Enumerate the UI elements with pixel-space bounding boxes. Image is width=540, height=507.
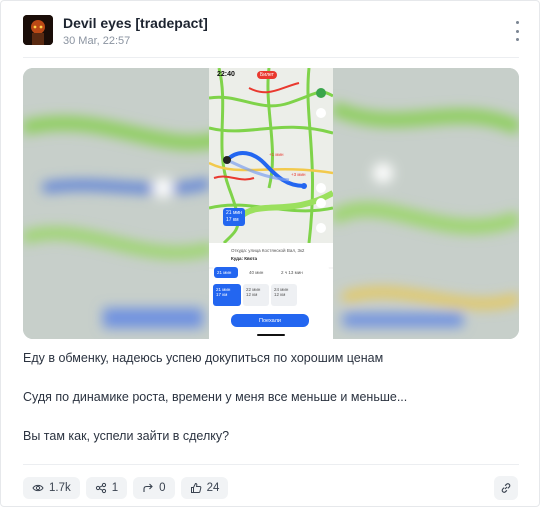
like-button[interactable]: 24 <box>180 477 229 499</box>
post-paragraph: Еду в обменку, надеюсь успею докупиться … <box>23 351 384 365</box>
repost-icon <box>143 483 153 492</box>
route-option: 22 мин 12 км <box>246 287 261 297</box>
post-actions: 1.7k 1 0 24 <box>23 477 229 499</box>
route-option: 24 мин 12 км <box>274 287 289 297</box>
post-image[interactable]: 22:40 Билет +1 мин +3 мин 21 мин 17 км О… <box>23 68 519 339</box>
from-address: Откуда: улица Костянской Вал, 3к2 <box>231 248 305 253</box>
route-option: 21 мин 17 км <box>216 287 231 297</box>
avatar[interactable] <box>23 15 53 45</box>
author-name[interactable]: Devil eyes [tradepact] <box>63 15 208 31</box>
post-card: Devil eyes [tradepact] 30 Mar, 22:57 22:… <box>0 0 540 507</box>
post-date: 30 Mar, 22:57 <box>63 35 131 47</box>
likes-count: 24 <box>206 482 220 494</box>
navigation-map <box>209 68 333 339</box>
go-button: Поехали <box>231 314 309 327</box>
traffic-label: +3 мин <box>291 172 306 177</box>
reposts-count: 0 <box>159 482 166 494</box>
divider <box>23 464 519 465</box>
post-header: Devil eyes [tradepact] 30 Mar, 22:57 <box>23 15 523 51</box>
eye-icon <box>32 484 44 492</box>
link-icon <box>501 483 511 493</box>
traffic-label: +1 мин <box>269 152 284 157</box>
mode-car: 21 мин <box>217 270 232 275</box>
views-counter[interactable]: 1.7k <box>23 477 80 499</box>
comments-button[interactable]: 1 <box>85 477 128 499</box>
mode-walk: 2 ч 13 мин <box>281 270 303 275</box>
views-count: 1.7k <box>49 482 71 494</box>
selected-route-card: 21 мин 17 км <box>223 208 245 226</box>
phone-badge: Билет <box>257 71 277 79</box>
like-icon <box>190 482 201 493</box>
comment-icon <box>95 482 106 494</box>
more-vertical-icon[interactable] <box>511 21 523 41</box>
repost-button[interactable]: 0 <box>133 477 175 499</box>
mode-transit: 40 мин <box>249 270 264 275</box>
copy-link-button[interactable] <box>494 476 518 500</box>
phone-clock: 22:40 <box>217 71 235 78</box>
phone-screenshot: 22:40 Билет +1 мин +3 мин 21 мин 17 км О… <box>209 68 333 339</box>
divider <box>23 57 519 58</box>
comments-count: 1 <box>111 482 119 494</box>
post-paragraph: Вы там как, успели зайти в сделку? <box>23 429 230 443</box>
to-address: Куда: Квота <box>231 256 258 261</box>
post-paragraph: Судя по динамике роста, времени у меня в… <box>23 390 408 404</box>
